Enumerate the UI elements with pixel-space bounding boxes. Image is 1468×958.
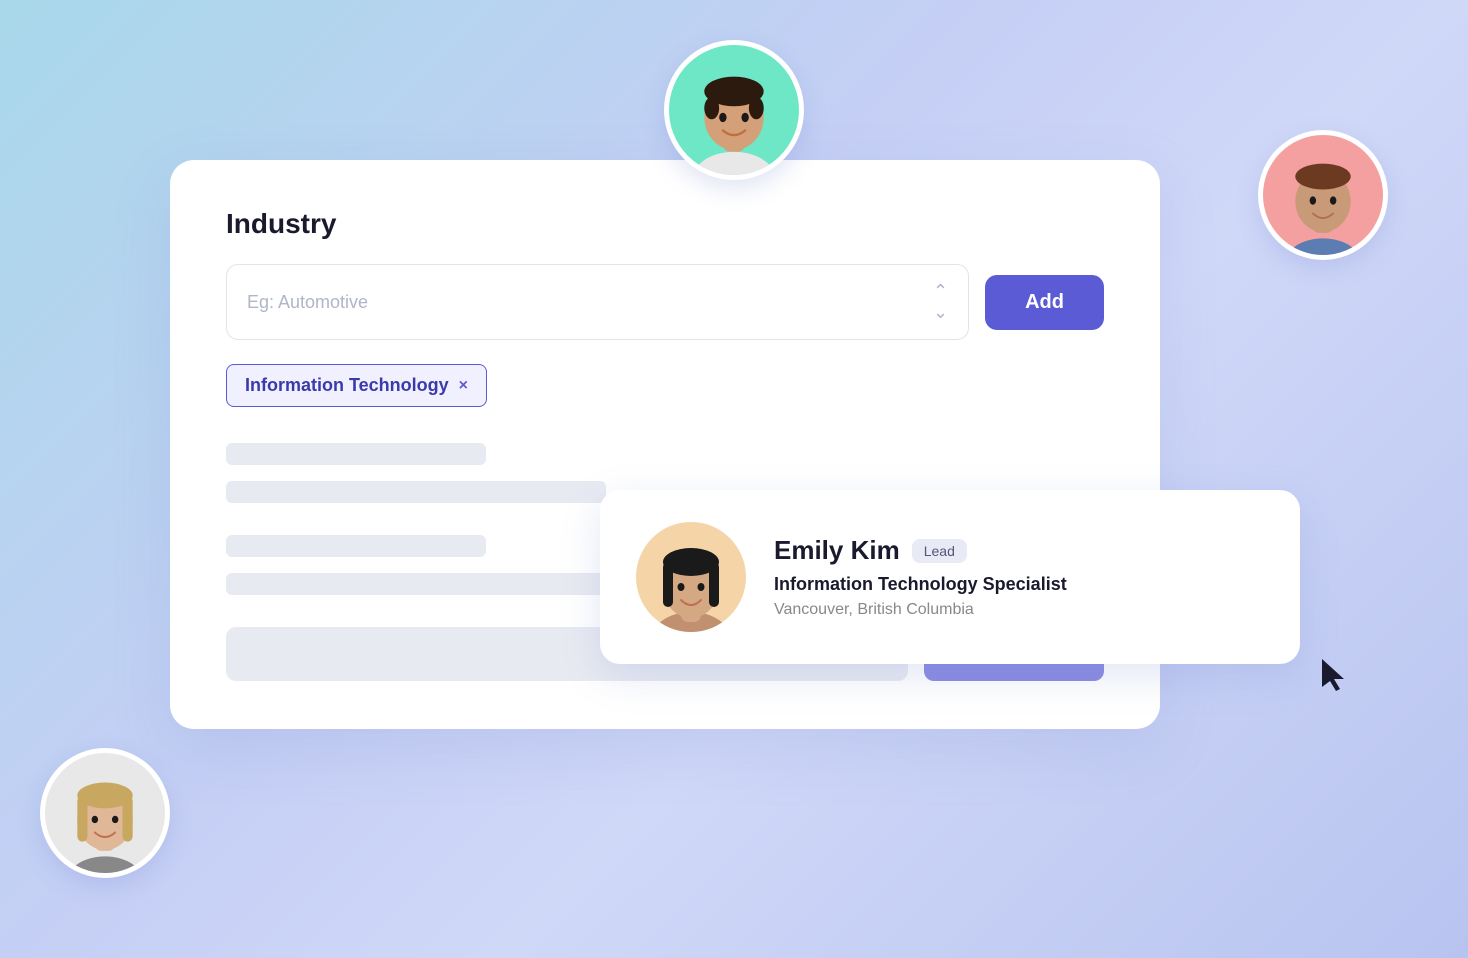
skeleton-row-3 xyxy=(226,535,486,557)
page-wrapper: Industry Eg: Automotive ⌃⌄ Add Informati… xyxy=(0,0,1468,958)
industry-tag[interactable]: Information Technology × xyxy=(226,364,487,407)
cursor-icon xyxy=(1322,659,1350,698)
skeleton-row-4 xyxy=(226,573,606,595)
input-row: Eg: Automotive ⌃⌄ Add xyxy=(226,264,1104,340)
tag-row: Information Technology × xyxy=(226,364,1104,407)
tag-close-icon[interactable]: × xyxy=(459,377,468,395)
avatar-bottom-left xyxy=(40,748,170,878)
chevron-icon: ⌃⌄ xyxy=(933,281,948,323)
add-button[interactable]: Add xyxy=(985,275,1104,330)
profile-location: Vancouver, British Columbia xyxy=(774,601,1264,619)
profile-badge: Lead xyxy=(912,539,967,563)
industry-select[interactable]: Eg: Automotive ⌃⌄ xyxy=(226,264,969,340)
industry-label: Industry xyxy=(226,208,1104,240)
skeleton-row-1 xyxy=(226,443,486,465)
industry-tag-label: Information Technology xyxy=(245,375,449,396)
industry-select-placeholder: Eg: Automotive xyxy=(247,292,368,313)
avatar-top-right xyxy=(1258,130,1388,260)
profile-info: Emily Kim Lead Information Technology Sp… xyxy=(774,535,1264,619)
profile-name: Emily Kim xyxy=(774,535,900,566)
profile-title: Information Technology Specialist xyxy=(774,574,1264,595)
profile-card: Emily Kim Lead Information Technology Sp… xyxy=(600,490,1300,664)
skeleton-row-2 xyxy=(226,481,606,503)
profile-name-row: Emily Kim Lead xyxy=(774,535,1264,566)
avatar-top-center xyxy=(664,40,804,180)
profile-avatar xyxy=(636,522,746,632)
